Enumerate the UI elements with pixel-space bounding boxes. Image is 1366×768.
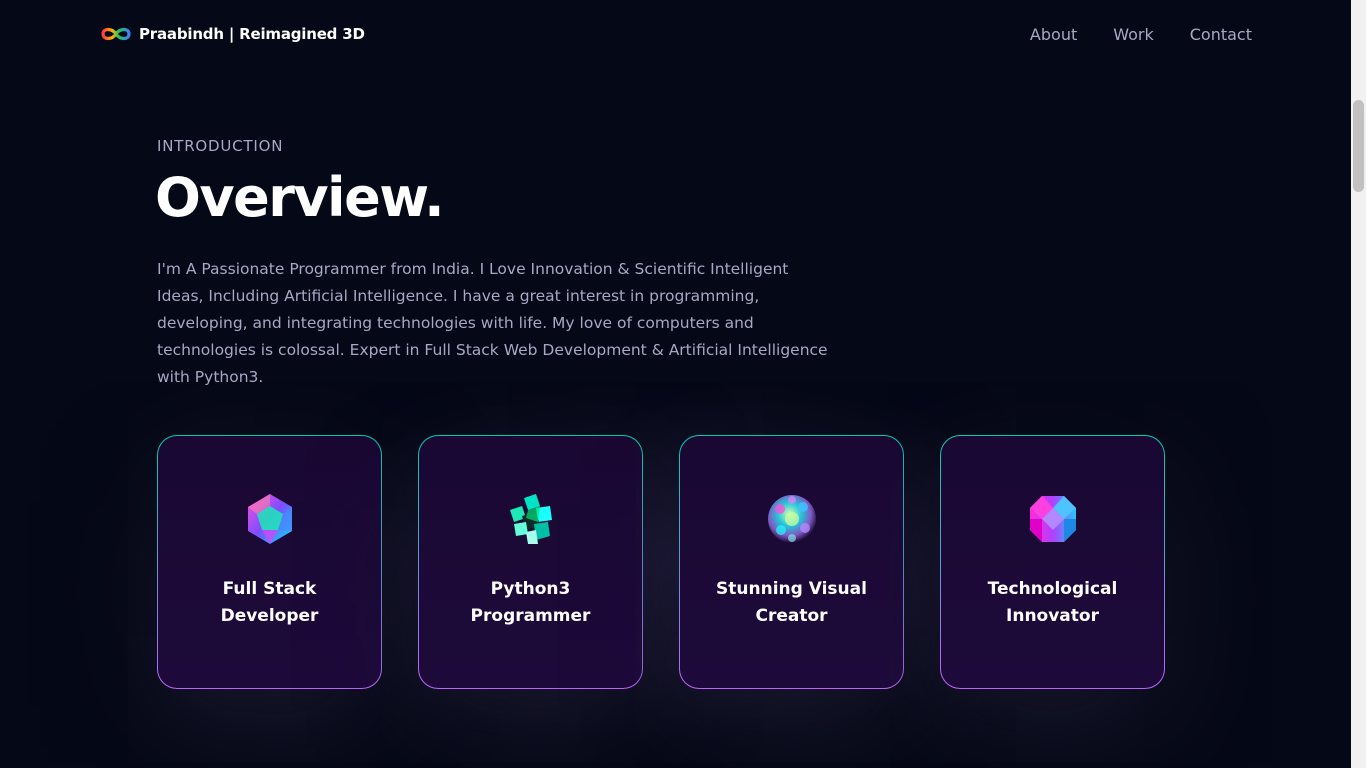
infinity-logo-icon [101, 27, 131, 41]
section-title: Overview. [155, 166, 445, 229]
service-card-body: Python3 Programmer [419, 436, 642, 688]
nav-link-about[interactable]: About [1030, 25, 1077, 44]
service-card-body: Stunning Visual Creator [680, 436, 903, 688]
scrollbar-thumb[interactable] [1353, 100, 1364, 192]
service-card[interactable]: Stunning Visual Creator [679, 435, 904, 689]
service-card[interactable]: Technological Innovator [940, 435, 1165, 689]
service-cards: Full Stack Developer Python3 Programmer [157, 435, 1165, 689]
orb-icon [767, 495, 816, 543]
page: Praabindh | Reimagined 3D About Work Con… [0, 0, 1366, 768]
overview-description: I'm A Passionate Programmer from India. … [157, 260, 828, 386]
service-card-body: Technological Innovator [941, 436, 1164, 688]
service-card-title: Stunning Visual Creator [716, 579, 867, 626]
navbar: Praabindh | Reimagined 3D About Work Con… [0, 0, 1351, 68]
service-card[interactable]: Python3 Programmer [418, 435, 643, 689]
brand-name: Praabindh | Reimagined 3D [139, 25, 365, 43]
service-card-title: Full Stack Developer [220, 579, 319, 626]
service-card-title: Technological Innovator [987, 579, 1118, 626]
crystal-icon [1029, 496, 1076, 542]
service-card[interactable]: Full Stack Developer [157, 435, 382, 689]
nav-links: About Work Contact [1030, 25, 1252, 44]
section-subtitle: Introduction [157, 137, 284, 155]
nav-link-work[interactable]: Work [1113, 25, 1154, 44]
nav-link-contact[interactable]: Contact [1190, 25, 1252, 44]
brand-link[interactable]: Praabindh | Reimagined 3D [100, 25, 365, 43]
gem-icon [247, 494, 292, 544]
service-card-title: Python3 Programmer [470, 579, 591, 626]
service-card-body: Full Stack Developer [158, 436, 381, 688]
scrollbar[interactable] [1351, 0, 1366, 768]
cube-cluster-icon [509, 494, 552, 544]
